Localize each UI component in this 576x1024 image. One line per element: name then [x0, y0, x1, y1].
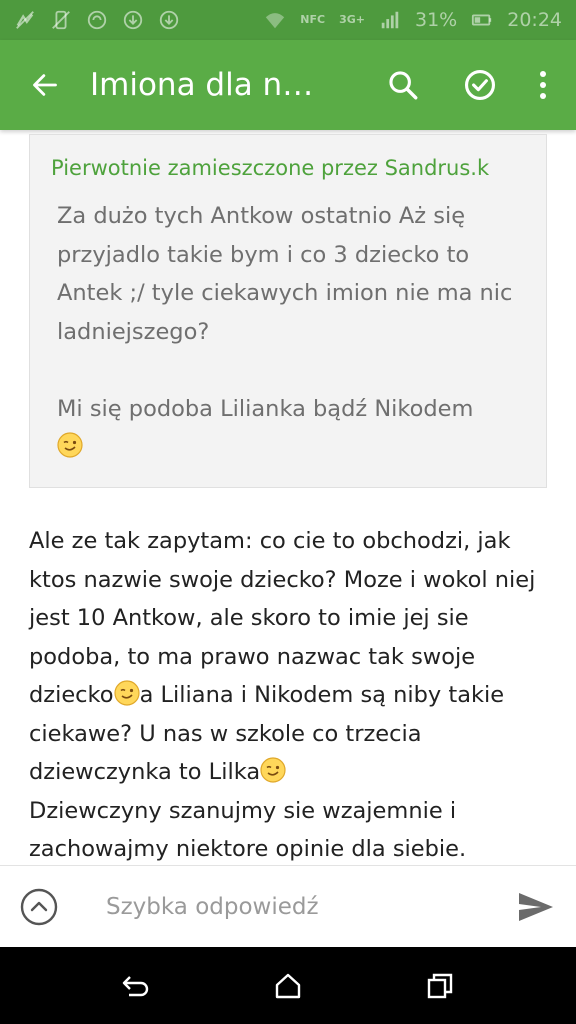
status-bar: NFC 3G+ 31% 20:24: [0, 0, 576, 40]
post-body: Ale ze tak zapytam: co cie to obchodzi, …: [29, 522, 559, 865]
wifi-icon: [264, 9, 286, 31]
quote-block: Pierwotnie zamieszczone przez Sandrus.k …: [29, 134, 547, 488]
nav-home-button[interactable]: [258, 956, 318, 1016]
nav-back-button[interactable]: [106, 956, 166, 1016]
wink-smiley-icon: [113, 680, 140, 706]
download-icon: [158, 9, 180, 31]
more-options-button[interactable]: [518, 40, 568, 130]
back-arrow-icon: [33, 74, 57, 96]
search-icon: [388, 71, 417, 100]
nav-recents-icon: [427, 973, 453, 998]
nav-home-icon: [275, 973, 301, 998]
notification-icon: [14, 9, 36, 31]
battery-icon: [471, 9, 493, 31]
nav-recents-button[interactable]: [410, 956, 470, 1016]
send-button[interactable]: [496, 866, 576, 948]
battery-percent: 31%: [415, 9, 458, 31]
quote-text: Za dużo tych Antkow ostatnio Aż się przy…: [57, 197, 527, 467]
download-icon: [122, 9, 144, 31]
quick-reply-input[interactable]: [78, 893, 496, 920]
chevron-up-circle-icon: [20, 888, 58, 925]
quote-text-body: Za dużo tych Antkow ostatnio Aż się przy…: [57, 203, 513, 422]
quick-reply-bar: [0, 865, 576, 947]
signal-icon: [379, 9, 401, 31]
system-nav-bar: [0, 947, 576, 1024]
nav-back-icon: [122, 975, 149, 996]
more-vert-icon: [540, 71, 546, 99]
send-icon: [519, 892, 553, 921]
post-content: Pierwotnie zamieszczone przez Sandrus.k …: [0, 130, 576, 865]
wink-smiley-icon: [260, 757, 286, 783]
sync-icon: [86, 9, 108, 31]
search-button[interactable]: [364, 40, 441, 130]
app-bar: Imiona dla na…: [0, 40, 576, 130]
nfc-label: NFC: [300, 13, 326, 26]
back-button[interactable]: [0, 40, 90, 130]
quote-author[interactable]: Pierwotnie zamieszczone przez Sandrus.k: [51, 156, 489, 180]
page-title: Imiona dla na…: [90, 67, 326, 103]
mark-read-button[interactable]: [441, 40, 518, 130]
check-circle-icon: [464, 69, 495, 101]
wink-smiley-icon: [57, 432, 83, 458]
post-text-part3: Dziewczyny szanujmy sie wzajemnie i zach…: [29, 797, 467, 863]
expand-reply-button[interactable]: [0, 866, 78, 948]
clock: 20:24: [507, 9, 562, 31]
network-type: 3G+: [339, 13, 365, 26]
phone-icon: [50, 9, 72, 31]
post-text-part1: Ale ze tak zapytam: co cie to obchodzi, …: [29, 528, 536, 708]
